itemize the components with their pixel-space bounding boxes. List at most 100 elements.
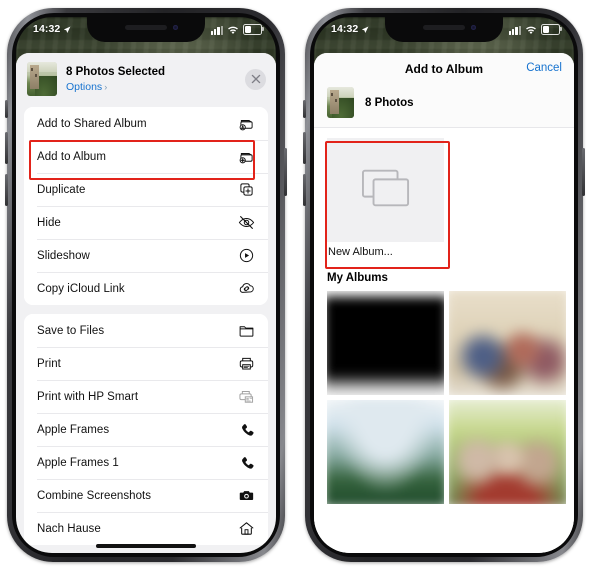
menu-item-add-to-shared-album[interactable]: Add to Shared Album (24, 107, 268, 140)
selection-thumbnail (27, 62, 57, 96)
cancel-button[interactable]: Cancel (526, 62, 562, 74)
signal-bars-icon (508, 25, 521, 35)
new-album-button[interactable]: New Album... (327, 138, 444, 258)
options-label: Options (66, 80, 103, 93)
menu-item-add-to-album[interactable]: Add to Album (24, 140, 268, 173)
hide-eye-icon (236, 212, 257, 233)
home-icon (236, 518, 257, 539)
menu-item-label: Apple Frames (37, 423, 110, 436)
volume-up-button[interactable] (5, 132, 8, 164)
album-thumb-landscape[interactable] (327, 400, 444, 504)
menu-item-slideshow[interactable]: Slideshow (24, 239, 268, 272)
chevron-right-icon: › (104, 81, 108, 92)
close-icon (251, 74, 260, 84)
new-album-tile (327, 138, 444, 242)
clock-label: 14:32 (331, 23, 359, 35)
menu-item-print[interactable]: Print (24, 347, 268, 380)
menu-item-label: Add to Album (37, 150, 107, 163)
photos-count-label: 8 Photos (365, 96, 414, 109)
menu-item-label: Hide (37, 216, 61, 229)
album-grid (327, 291, 566, 504)
icloud-link-icon (236, 278, 257, 299)
album-thumb-people[interactable] (449, 400, 566, 504)
silent-switch[interactable] (303, 100, 306, 118)
share-sheet-group-apps: Save to Files Print Print with HP Smart (24, 314, 268, 545)
menu-item-nach-hause[interactable]: Nach Hause (24, 512, 268, 545)
share-sheet-header-text: 8 Photos Selected Options › (66, 65, 236, 94)
left-phone-screen: 14:32 8 Photos Selected Options › Add to… (16, 17, 276, 553)
location-arrow-icon (361, 25, 369, 34)
right-phone-mockup: 14:32 Add to Album Cancel 8 Photos New A… (303, 8, 585, 562)
left-phone-mockup: 14:32 8 Photos Selected Options › Add to… (5, 8, 287, 562)
volume-up-button[interactable] (303, 132, 306, 164)
menu-item-apple-frames-1[interactable]: Apple Frames 1 (24, 446, 268, 479)
menu-item-print-with-hp-smart[interactable]: Print with HP Smart (24, 380, 268, 413)
menu-item-label: Print (37, 357, 61, 370)
menu-item-combine-screenshots[interactable]: Combine Screenshots (24, 479, 268, 512)
menu-item-label: Apple Frames 1 (37, 456, 119, 469)
menu-item-label: Combine Screenshots (37, 489, 152, 502)
volume-down-button[interactable] (303, 174, 306, 206)
menu-item-label: Print with HP Smart (37, 390, 139, 403)
menu-item-label: Copy iCloud Link (37, 282, 125, 295)
stacked-albums-icon (357, 164, 415, 217)
silent-switch[interactable] (5, 100, 8, 118)
album-thumb-dark[interactable] (327, 291, 444, 395)
close-button[interactable] (245, 68, 266, 90)
selection-thumbnail (327, 87, 354, 118)
menu-item-hide[interactable]: Hide (24, 206, 268, 239)
status-bar-left: 14:32 (331, 23, 369, 35)
status-bar-right (210, 24, 264, 35)
menu-item-copy-icloud-link[interactable]: Copy iCloud Link (24, 272, 268, 305)
earpiece-speaker (423, 25, 465, 30)
notch (87, 17, 205, 42)
album-picker: New Album... My Albums (314, 128, 574, 553)
section-title-my-albums: My Albums (327, 272, 388, 284)
add-to-album-modal: Add to Album Cancel 8 Photos New Album..… (314, 53, 574, 553)
battery-icon (243, 24, 264, 35)
menu-item-label: Nach Hause (37, 522, 101, 535)
menu-item-save-to-files[interactable]: Save to Files (24, 314, 268, 347)
status-bar-left: 14:32 (33, 23, 71, 35)
status-bar-right (508, 24, 562, 35)
menu-item-label: Save to Files (37, 324, 105, 337)
volume-down-button[interactable] (5, 174, 8, 206)
menu-item-label: Add to Shared Album (37, 117, 147, 130)
camera-icon (236, 485, 257, 506)
modal-title-bar: Add to Album Cancel (314, 53, 574, 84)
new-album-label: New Album... (328, 246, 393, 258)
share-sheet-group-actions: Add to Shared Album Add to Album Duplica… (24, 107, 268, 305)
notch (385, 17, 503, 42)
options-link[interactable]: Options › (66, 80, 236, 94)
shared-album-icon (236, 113, 257, 134)
location-arrow-icon (63, 25, 71, 34)
menu-item-label: Slideshow (37, 249, 90, 262)
album-thumb-indoor[interactable] (449, 291, 566, 395)
front-camera (471, 25, 476, 30)
power-button[interactable] (284, 148, 287, 196)
phone-icon (236, 452, 257, 473)
share-sheet-header: 8 Photos Selected Options › (16, 53, 276, 106)
right-phone-screen: 14:32 Add to Album Cancel 8 Photos New A… (314, 17, 574, 553)
battery-icon (541, 24, 562, 35)
power-button[interactable] (582, 148, 585, 196)
play-circle-icon (236, 245, 257, 266)
hp-printer-icon (236, 386, 257, 407)
printer-icon (236, 353, 257, 374)
front-camera (173, 25, 178, 30)
signal-bars-icon (210, 25, 223, 35)
folder-icon (236, 320, 257, 341)
modal-selection-summary: 8 Photos (314, 84, 574, 128)
selection-title: 8 Photos Selected (66, 65, 166, 78)
menu-item-label: Duplicate (37, 183, 86, 196)
add-to-album-icon (236, 146, 257, 167)
wifi-icon (227, 26, 239, 35)
menu-item-apple-frames[interactable]: Apple Frames (24, 413, 268, 446)
clock-label: 14:32 (33, 23, 61, 35)
duplicate-icon (236, 179, 257, 200)
menu-item-duplicate[interactable]: Duplicate (24, 173, 268, 206)
wifi-icon (525, 26, 537, 35)
phone-icon (236, 419, 257, 440)
screenshot-canvas: 14:32 8 Photos Selected Options › Add to… (0, 0, 590, 570)
home-indicator[interactable] (96, 544, 196, 548)
